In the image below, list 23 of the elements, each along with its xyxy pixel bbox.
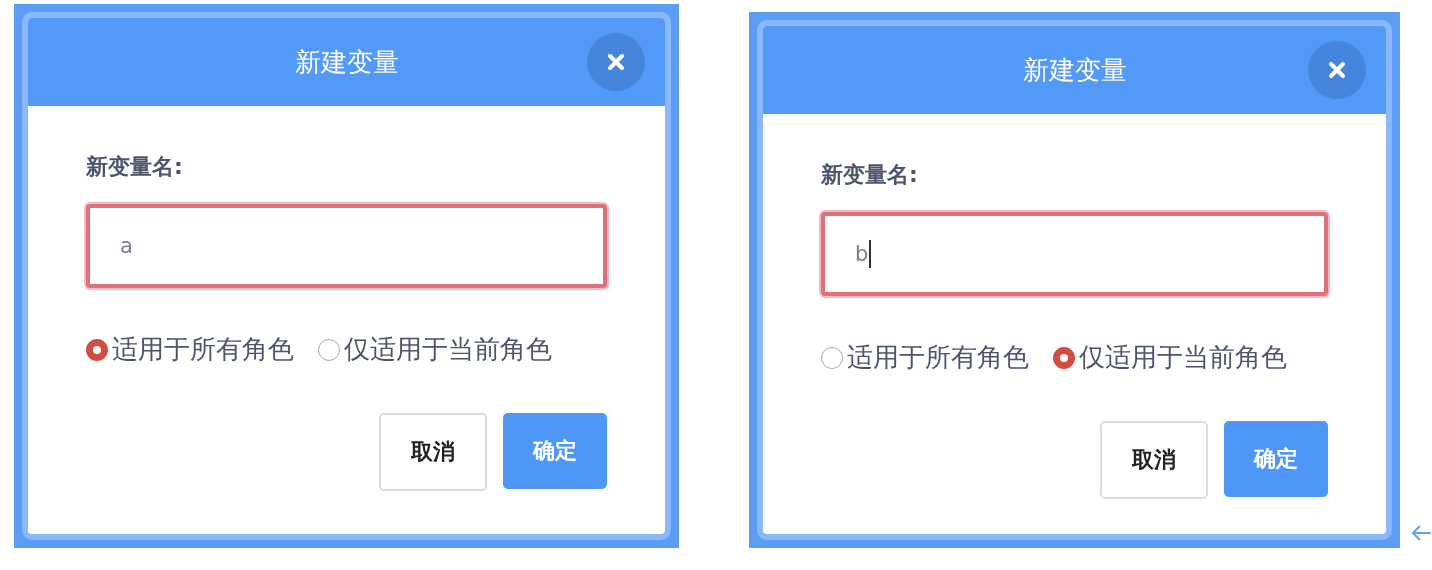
radio-button[interactable] bbox=[821, 346, 844, 369]
radio-label: 仅适用于当前角色 bbox=[1079, 341, 1288, 374]
radio-label: 适用于所有角色 bbox=[847, 341, 1030, 374]
left-arrow-icon[interactable] bbox=[1410, 524, 1432, 542]
name-input-field[interactable]: a bbox=[86, 204, 608, 288]
scope-radio-option[interactable]: 仅适用于当前角色 bbox=[1053, 340, 1288, 375]
name-input-field[interactable]: b bbox=[821, 212, 1329, 296]
cancel-button[interactable]: 取消 bbox=[379, 413, 488, 491]
cancel-button[interactable]: 取消 bbox=[1100, 421, 1209, 499]
scope-radio-option[interactable]: 仅适用于当前角色 bbox=[318, 332, 552, 367]
dialog-title: 新建变量 bbox=[1022, 53, 1127, 87]
radio-button[interactable] bbox=[318, 338, 340, 361]
scope-radio-option[interactable]: 适用于所有角色 bbox=[86, 332, 294, 367]
scope-radio-option[interactable]: 适用于所有角色 bbox=[821, 340, 1030, 375]
field-label: 新变量名: bbox=[821, 161, 919, 189]
close-icon bbox=[607, 53, 626, 71]
close-icon bbox=[1328, 61, 1347, 79]
radio-label: 适用于所有角色 bbox=[112, 333, 294, 366]
radio-button[interactable] bbox=[1053, 346, 1076, 369]
dialog-title: 新建变量 bbox=[294, 45, 399, 79]
field-label: 新变量名: bbox=[86, 153, 184, 181]
radio-label: 仅适用于当前角色 bbox=[344, 333, 552, 366]
radio-button[interactable] bbox=[86, 338, 108, 361]
